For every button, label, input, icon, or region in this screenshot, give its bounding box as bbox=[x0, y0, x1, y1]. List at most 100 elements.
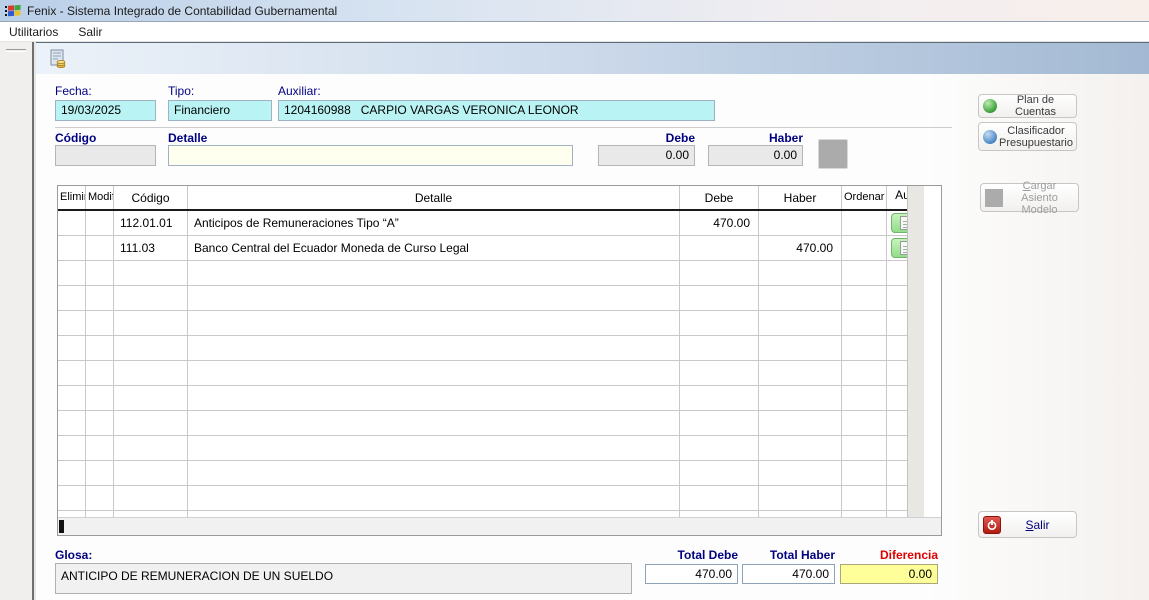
haber-label: Haber bbox=[708, 131, 803, 145]
cell-codigo bbox=[114, 386, 188, 410]
cell-codigo bbox=[114, 311, 188, 335]
glosa-input[interactable]: ANTICIPO DE REMUNERACION DE UN SUELDO bbox=[55, 563, 632, 594]
cell-elimin bbox=[58, 411, 86, 435]
codigo-input[interactable] bbox=[55, 145, 156, 166]
cell-elimin bbox=[58, 486, 86, 510]
journal-entry-icon bbox=[47, 48, 69, 70]
cargar-asiento-modelo-button[interactable]: Cargar Asiento Modelo bbox=[980, 183, 1079, 212]
cell-debe bbox=[680, 411, 759, 435]
cell-ordenar bbox=[842, 311, 887, 335]
horizontal-scrollbar[interactable] bbox=[58, 517, 941, 535]
table-row[interactable] bbox=[58, 261, 924, 286]
cell-debe bbox=[680, 361, 759, 385]
cell-detalle bbox=[188, 411, 680, 435]
journal-entry-button[interactable] bbox=[44, 46, 72, 72]
cell-modif bbox=[86, 361, 114, 385]
table-row[interactable] bbox=[58, 386, 924, 411]
codigo-label: Código bbox=[55, 131, 96, 145]
debe-input[interactable]: 0.00 bbox=[598, 145, 695, 166]
cell-detalle: Banco Central del Ecuador Moneda de Curs… bbox=[188, 236, 680, 260]
glosa-label: Glosa: bbox=[55, 548, 92, 562]
detalle-input[interactable] bbox=[168, 145, 573, 166]
cell-ordenar bbox=[842, 336, 887, 360]
cell-haber bbox=[759, 211, 842, 235]
header-codigo: Código bbox=[114, 186, 188, 209]
cell-modif bbox=[86, 211, 114, 235]
table-row[interactable] bbox=[58, 411, 924, 436]
tipo-label: Tipo: bbox=[168, 84, 194, 98]
cell-elimin bbox=[58, 336, 86, 360]
table-row[interactable] bbox=[58, 311, 924, 336]
cell-debe bbox=[680, 461, 759, 485]
entries-table: Elimin Modif Código Detalle Debe Haber O… bbox=[57, 185, 942, 536]
splitter-grip bbox=[6, 49, 26, 52]
cell-codigo bbox=[114, 436, 188, 460]
diferencia-label: Diferencia bbox=[840, 548, 938, 562]
header-haber: Haber bbox=[759, 186, 842, 209]
auxiliar-label: Auxiliar: bbox=[278, 84, 321, 98]
total-debe-value: 470.00 bbox=[645, 564, 738, 584]
cell-detalle bbox=[188, 386, 680, 410]
table-row[interactable]: 111.03Banco Central del Ecuador Moneda d… bbox=[58, 236, 924, 261]
cell-haber bbox=[759, 436, 842, 460]
cell-elimin bbox=[58, 311, 86, 335]
haber-input[interactable]: 0.00 bbox=[708, 145, 803, 166]
cell-codigo: 112.01.01 bbox=[114, 211, 188, 235]
header-detalle: Detalle bbox=[188, 186, 680, 209]
horizontal-scrollbar-thumb[interactable] bbox=[59, 520, 64, 533]
salir-button[interactable]: Salir bbox=[978, 511, 1077, 538]
table-row[interactable] bbox=[58, 486, 924, 511]
table-row[interactable] bbox=[58, 461, 924, 486]
cell-modif bbox=[86, 436, 114, 460]
cell-detalle: Anticipos de Remuneraciones Tipo “A” bbox=[188, 211, 680, 235]
table-row[interactable]: 112.01.01Anticipos de Remuneraciones Tip… bbox=[58, 211, 924, 236]
cell-haber bbox=[759, 361, 842, 385]
cell-ordenar bbox=[842, 286, 887, 310]
total-haber-value: 470.00 bbox=[742, 564, 835, 584]
green-sphere-icon bbox=[983, 99, 997, 113]
total-debe-label: Total Debe bbox=[645, 548, 738, 562]
cell-debe bbox=[680, 386, 759, 410]
cell-codigo: 111.03 bbox=[114, 236, 188, 260]
cell-ordenar bbox=[842, 361, 887, 385]
salir-label: Salir bbox=[1003, 519, 1072, 531]
cell-codigo bbox=[114, 461, 188, 485]
cell-ordenar bbox=[842, 261, 887, 285]
plan-de-cuentas-button[interactable]: Plan de Cuentas bbox=[978, 94, 1077, 118]
cell-ordenar bbox=[842, 461, 887, 485]
tipo-input[interactable]: Financiero bbox=[168, 100, 272, 121]
cell-debe bbox=[680, 261, 759, 285]
grid-body: 112.01.01Anticipos de Remuneraciones Tip… bbox=[58, 211, 924, 517]
cell-ordenar bbox=[842, 436, 887, 460]
table-header-row: Elimin Modif Código Detalle Debe Haber O… bbox=[58, 186, 924, 211]
cell-haber bbox=[759, 286, 842, 310]
cell-codigo bbox=[114, 261, 188, 285]
cell-elimin bbox=[58, 386, 86, 410]
clasificador-presupuestario-button[interactable]: Clasificador Presupuestario bbox=[978, 122, 1077, 151]
cell-modif bbox=[86, 286, 114, 310]
cell-haber: 470.00 bbox=[759, 236, 842, 260]
table-row[interactable] bbox=[58, 336, 924, 361]
table-row[interactable] bbox=[58, 286, 924, 311]
table-row[interactable] bbox=[58, 436, 924, 461]
plan-de-cuentas-label: Plan de Cuentas bbox=[999, 94, 1072, 118]
gray-square-icon bbox=[985, 189, 1003, 207]
cell-detalle bbox=[188, 436, 680, 460]
cell-elimin bbox=[58, 436, 86, 460]
left-splitter-panel[interactable] bbox=[0, 42, 34, 600]
add-entry-button[interactable] bbox=[818, 139, 848, 169]
cell-elimin bbox=[58, 461, 86, 485]
cell-debe bbox=[680, 311, 759, 335]
fecha-input[interactable]: 19/03/2025 bbox=[55, 100, 156, 121]
cell-debe bbox=[680, 436, 759, 460]
cell-detalle bbox=[188, 336, 680, 360]
cell-ordenar bbox=[842, 411, 887, 435]
cell-elimin bbox=[58, 286, 86, 310]
table-row[interactable] bbox=[58, 361, 924, 386]
auxiliar-input[interactable]: 1204160988 CARPIO VARGAS VERONICA LEONOR bbox=[278, 100, 715, 121]
vertical-scrollbar[interactable] bbox=[907, 186, 924, 517]
cell-haber bbox=[759, 461, 842, 485]
menu-utilitarios[interactable]: Utilitarios bbox=[0, 22, 68, 42]
cell-modif bbox=[86, 336, 114, 360]
menu-salir[interactable]: Salir bbox=[68, 22, 112, 42]
